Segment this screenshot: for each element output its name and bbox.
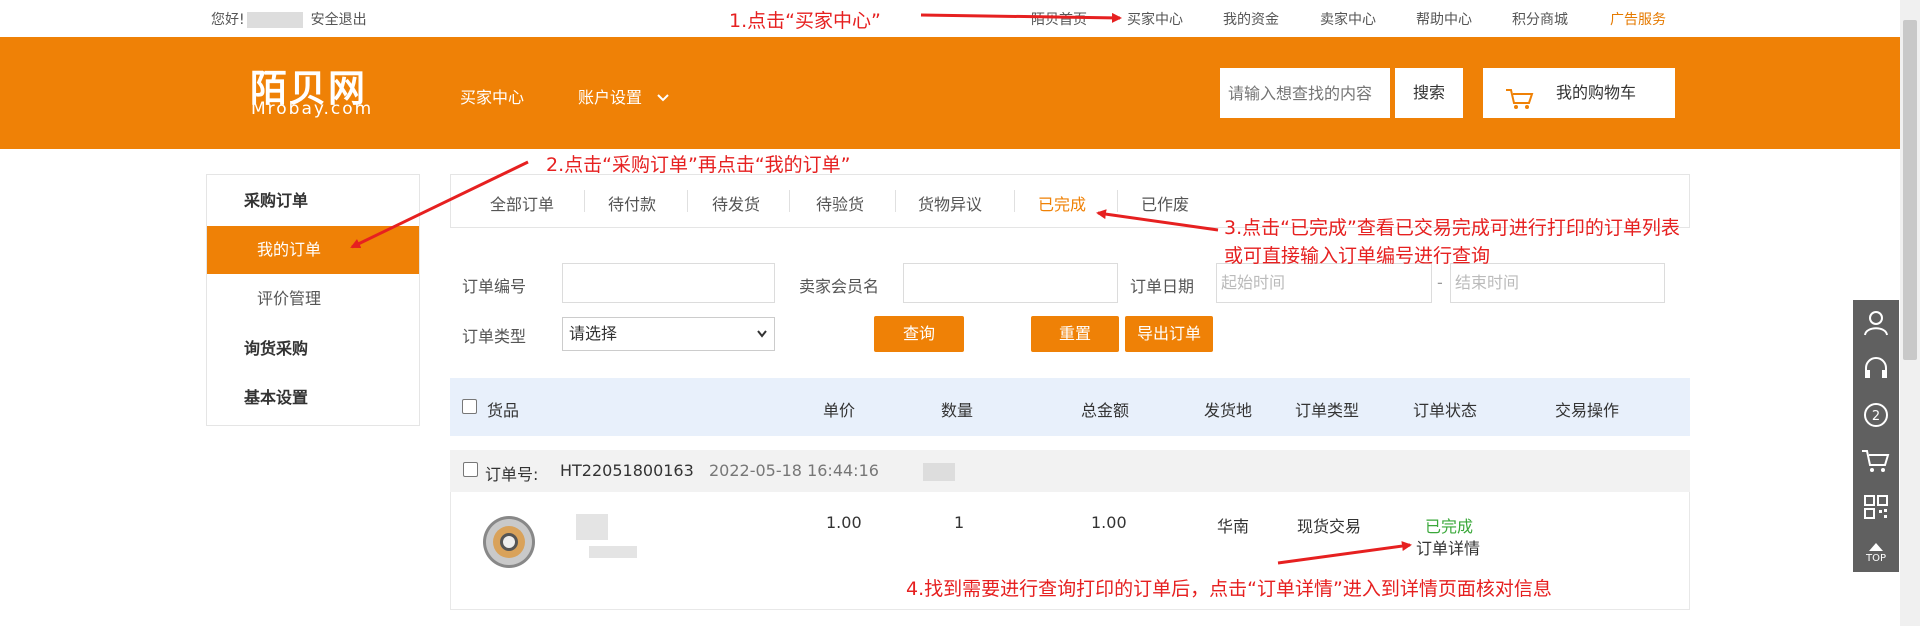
floating-toolbar: 2 TOP: [1853, 300, 1899, 572]
annotation-step-3-line-2: 或可直接输入订单编号进行查询: [1224, 245, 1491, 267]
annotation-step-2: 2.点击“采购订单”再点击“我的订单”: [546, 154, 851, 176]
user-icon[interactable]: [1853, 300, 1899, 346]
annotation-step-4: 4.找到需要进行查询打印的订单后，点击“订单详情”进入到详情页面核对信息: [906, 578, 1552, 600]
arrow-to-buyer-center: [920, 12, 1122, 23]
annotation-step-3-line-1: 3.点击“已完成”查看已交易完成可进行打印的订单列表: [1224, 217, 1680, 239]
history-icon[interactable]: 2: [1853, 392, 1899, 438]
qrcode-icon[interactable]: [1853, 484, 1899, 530]
annotation-step-1: 1.点击“买家中心”: [729, 10, 881, 32]
arrow-to-my-orders: [350, 160, 529, 249]
annotation-arrows: [350, 12, 1412, 565]
scrollbar-thumb[interactable]: [1903, 20, 1917, 360]
back-to-top-label: TOP: [1865, 552, 1886, 564]
headset-icon[interactable]: [1853, 346, 1899, 392]
arrow-to-completed-tab: [1096, 209, 1219, 232]
triangle-up-icon: [1869, 542, 1883, 551]
svg-text:2: 2: [1872, 409, 1880, 424]
arrow-to-order-detail: [1277, 541, 1412, 565]
back-to-top-button[interactable]: TOP: [1853, 530, 1899, 576]
cart-icon[interactable]: [1853, 438, 1899, 484]
